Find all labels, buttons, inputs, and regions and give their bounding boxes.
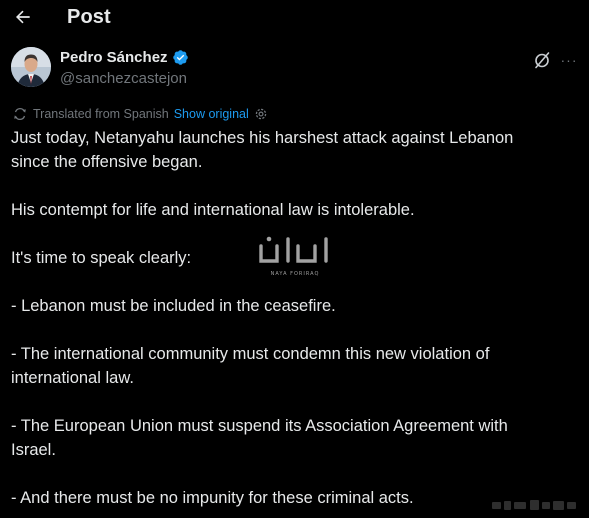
tweet-text-line: - The European Union must suspend its As… xyxy=(11,417,508,435)
grok-icon xyxy=(532,52,552,74)
corner-watermark xyxy=(490,497,585,513)
verified-badge-icon xyxy=(172,49,189,66)
translate-icon xyxy=(13,107,27,121)
show-original-link[interactable]: Show original xyxy=(174,107,249,121)
tweet-text-line: - The international community must conde… xyxy=(11,345,490,363)
page-title: Post xyxy=(67,6,111,28)
tweet-text-line: His contempt for life and international … xyxy=(11,201,415,219)
avatar[interactable] xyxy=(11,47,51,87)
tweet-text-line: - And there must be no impunity for thes… xyxy=(11,489,414,507)
tweet-text-line: international law. xyxy=(11,369,134,387)
watermark-subtext: NAYA FORIRAQ xyxy=(270,271,320,277)
author-name[interactable]: Pedro Sánchez xyxy=(60,49,189,66)
more-icon: ··· xyxy=(560,52,578,68)
watermark-logo: NAYA FORIRAQ xyxy=(255,234,335,280)
back-button[interactable] xyxy=(10,6,36,32)
gear-icon[interactable] xyxy=(254,107,268,121)
tweet-text-line: Israel. xyxy=(11,441,56,459)
grok-button[interactable] xyxy=(532,50,552,70)
translation-notice: Translated from Spanish Show original xyxy=(13,106,268,122)
tweet-text-line: since the offensive began. xyxy=(11,153,203,171)
author-handle[interactable]: @sanchezcastejon xyxy=(60,70,187,87)
arrow-left-icon xyxy=(13,7,33,32)
author-name-text: Pedro Sánchez xyxy=(60,49,168,66)
more-options-button[interactable]: ··· xyxy=(558,50,580,70)
post-header: Post xyxy=(0,0,589,40)
tweet-text-line: It's time to speak clearly: xyxy=(11,249,192,267)
tweet-text-line: Just today, Netanyahu launches his harsh… xyxy=(11,129,514,147)
translated-from-label: Translated from Spanish xyxy=(33,107,169,121)
tweet-text-line: - Lebanon must be included in the ceasef… xyxy=(11,297,336,315)
